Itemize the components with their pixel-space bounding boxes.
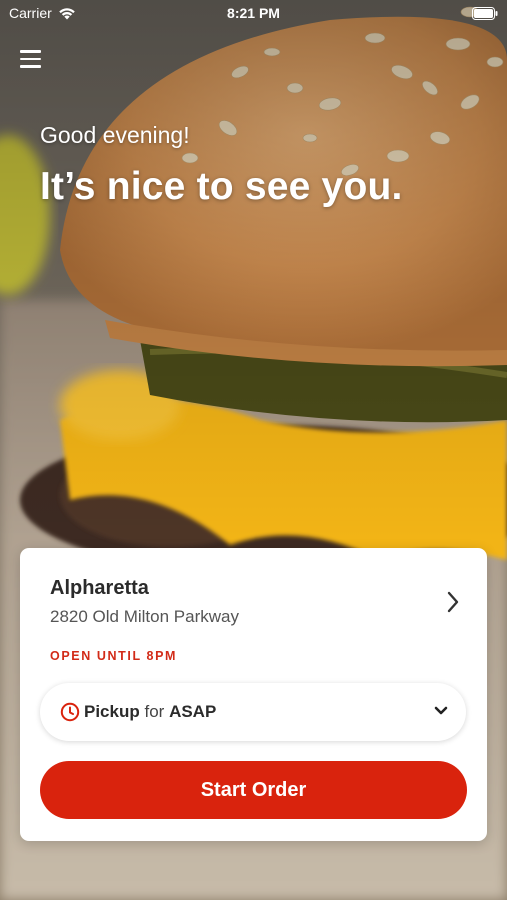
store-hours-status: OPEN UNTIL 8PM: [50, 649, 178, 663]
clock-icon: [60, 702, 80, 722]
store-name: Alpharetta: [50, 577, 149, 599]
chevron-right-icon: [447, 591, 459, 613]
hamburger-menu-icon[interactable]: [16, 44, 46, 74]
store-address: 2820 Old Milton Parkway: [50, 607, 239, 626]
menu-line: [20, 50, 41, 53]
order-mode-type: Pickup: [84, 702, 140, 721]
order-mode-dropdown[interactable]: Pickup for ASAP: [40, 683, 466, 741]
status-bar: Carrier 8:21 PM: [0, 0, 507, 28]
store-selector[interactable]: Alpharetta 2820 Old Milton Parkway OPEN …: [20, 548, 487, 663]
chevron-down-icon: [434, 706, 448, 715]
status-time: 8:21 PM: [227, 5, 280, 21]
menu-line: [20, 65, 41, 68]
greeting-text: Good evening!: [40, 122, 190, 148]
location-card: Alpharetta 2820 Old Milton Parkway OPEN …: [20, 548, 487, 841]
app-screen: Carrier 8:21 PM Good evening! It’s nice …: [0, 0, 507, 900]
welcome-headline: It’s nice to see you.: [40, 165, 403, 208]
order-mode-connector: for: [144, 702, 165, 721]
menu-line: [20, 57, 41, 61]
battery-icon: [472, 7, 498, 20]
start-order-button[interactable]: Start Order: [40, 761, 467, 819]
order-mode-timing: ASAP: [169, 702, 217, 721]
order-mode-label: Pickup for ASAP: [84, 702, 216, 722]
